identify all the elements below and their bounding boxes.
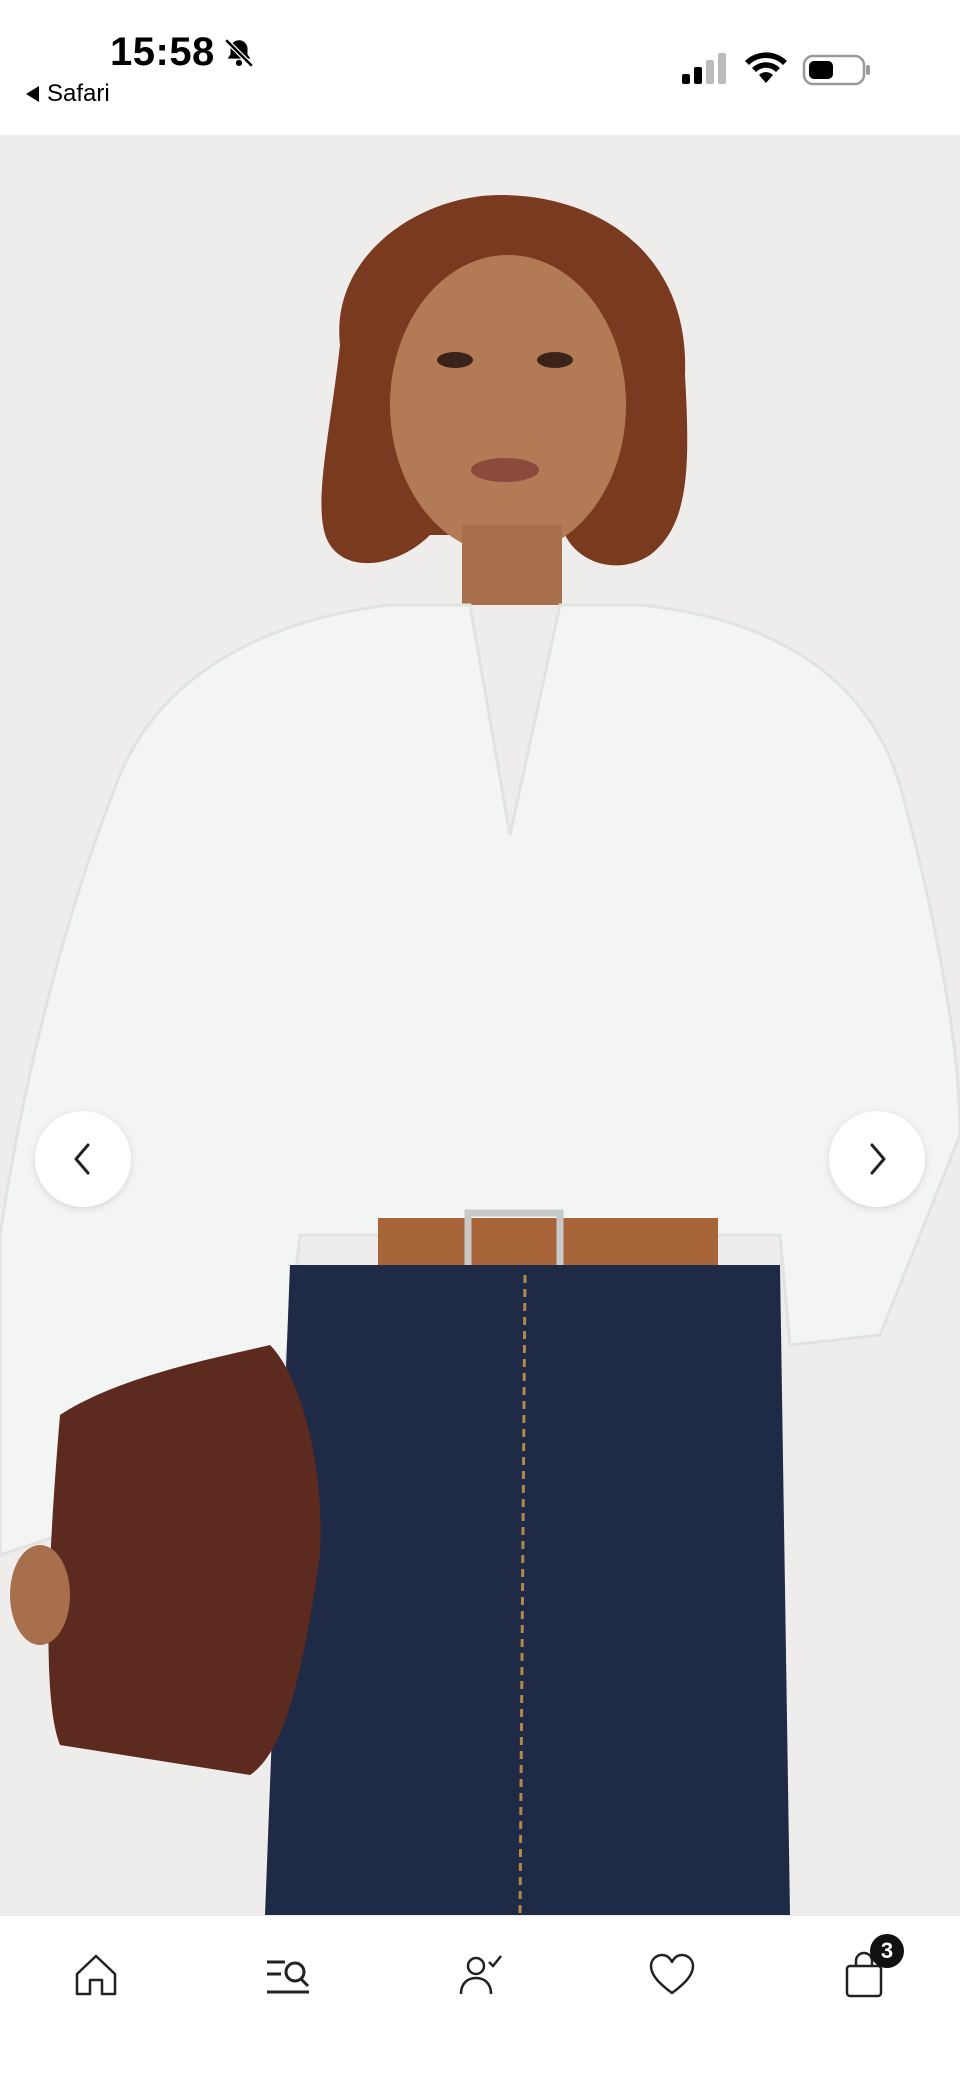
nav-wishlist[interactable]: [632, 1950, 712, 2010]
back-label: Safari: [47, 80, 110, 107]
nav-account[interactable]: [440, 1950, 520, 2010]
battery-icon: [802, 54, 870, 86]
back-to-safari[interactable]: Safari: [26, 80, 110, 108]
bell-slash-icon: [224, 38, 254, 68]
status-bar: 15:58 Safari: [0, 0, 960, 135]
product-image-viewer[interactable]: [0, 135, 960, 1915]
chevron-right-icon: [870, 1143, 886, 1175]
home-icon: [75, 1954, 117, 1996]
cellular-signal-icon: [682, 53, 726, 84]
previous-image-button[interactable]: [35, 1111, 131, 1207]
status-time: 15:58: [110, 30, 215, 74]
heart-icon: [649, 1953, 695, 1995]
account-icon: [459, 1955, 502, 1995]
nav-home[interactable]: [56, 1950, 136, 2010]
bag-count-badge: 3: [870, 1934, 904, 1968]
next-image-button[interactable]: [829, 1111, 925, 1207]
nav-search-menu[interactable]: [248, 1950, 328, 2010]
product-photo: [0, 135, 960, 1915]
back-triangle-icon: [26, 86, 39, 102]
chevron-left-icon: [74, 1143, 90, 1175]
bottom-navigation: 3: [0, 1915, 960, 2086]
search-menu-icon: [267, 1960, 310, 1994]
wifi-icon: [745, 52, 787, 83]
nav-bag[interactable]: 3: [824, 1934, 904, 2010]
